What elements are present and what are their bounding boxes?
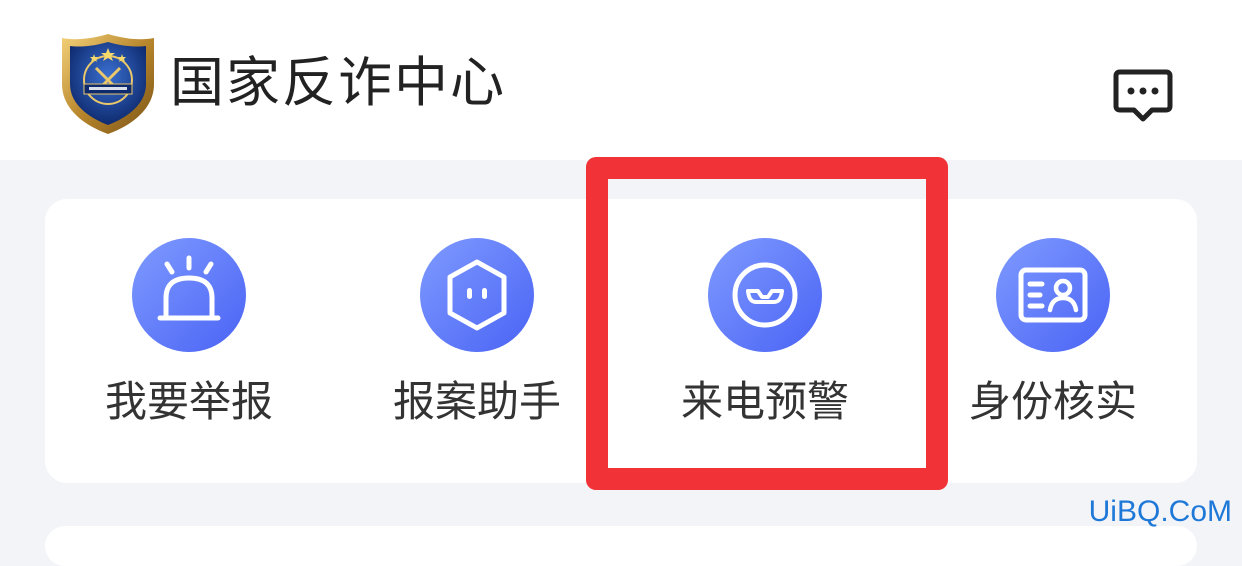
app-title: 国家反诈中心 [170, 51, 506, 114]
identity-verify-button[interactable]: 身份核实 [909, 199, 1197, 483]
chat-bubble-icon[interactable] [1110, 66, 1176, 128]
app-header: 国家反诈中心 [0, 0, 1242, 160]
secondary-card [45, 526, 1197, 566]
alarm-siren-icon [132, 238, 246, 352]
identity-verify-label: 身份核实 [968, 377, 1137, 426]
watermark-text: UiBQ.CoM [1088, 495, 1232, 528]
case-assistant-label: 报案助手 [392, 377, 561, 426]
report-button[interactable]: 我要举报 [45, 199, 333, 483]
highlight-box [586, 157, 948, 490]
id-card-icon [996, 238, 1110, 352]
hexagon-robot-icon [420, 238, 534, 352]
case-assistant-button[interactable]: 报案助手 [333, 199, 621, 483]
police-badge-logo [58, 32, 158, 136]
report-label: 我要举报 [104, 377, 273, 426]
